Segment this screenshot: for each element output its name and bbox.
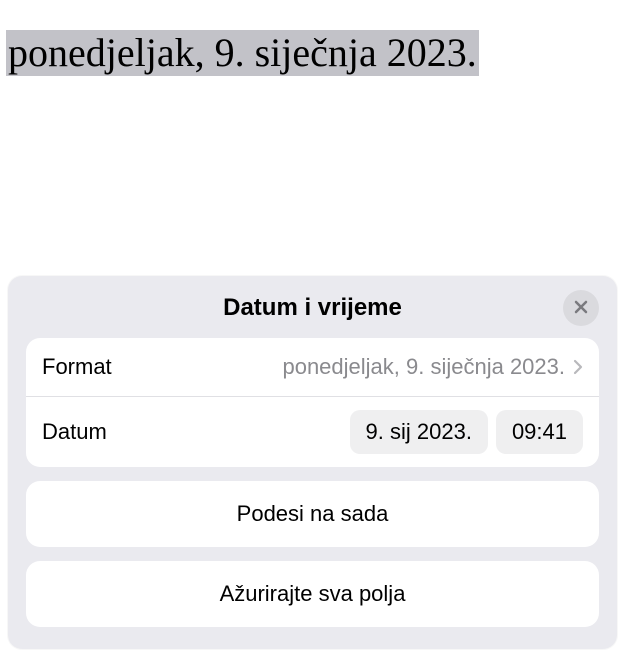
time-picker-button[interactable]: 09:41 [496,410,583,454]
chevron-right-icon [573,359,583,375]
date-row: Datum 9. sij 2023. 09:41 [26,396,599,467]
format-value: ponedjeljak, 9. siječnja 2023. [126,354,565,380]
date-label: Datum [42,419,107,445]
close-button[interactable] [563,290,599,326]
panel-header: Datum i vrijeme [26,294,599,322]
date-time-panel: Datum i vrijeme Format ponedjeljak, 9. s… [8,276,617,649]
close-icon [573,299,589,318]
format-label: Format [42,354,112,380]
selected-date-text[interactable]: ponedjeljak, 9. siječnja 2023. [6,30,479,76]
set-now-button[interactable]: Podesi na sada [26,481,599,547]
settings-group: Format ponedjeljak, 9. siječnja 2023. Da… [26,338,599,467]
panel-title: Datum i vrijeme [223,294,402,321]
update-all-button[interactable]: Ažurirajte sva polja [26,561,599,627]
format-row[interactable]: Format ponedjeljak, 9. siječnja 2023. [26,338,599,396]
date-picker-button[interactable]: 9. sij 2023. [350,410,488,454]
document-area: ponedjeljak, 9. siječnja 2023. [0,0,625,106]
